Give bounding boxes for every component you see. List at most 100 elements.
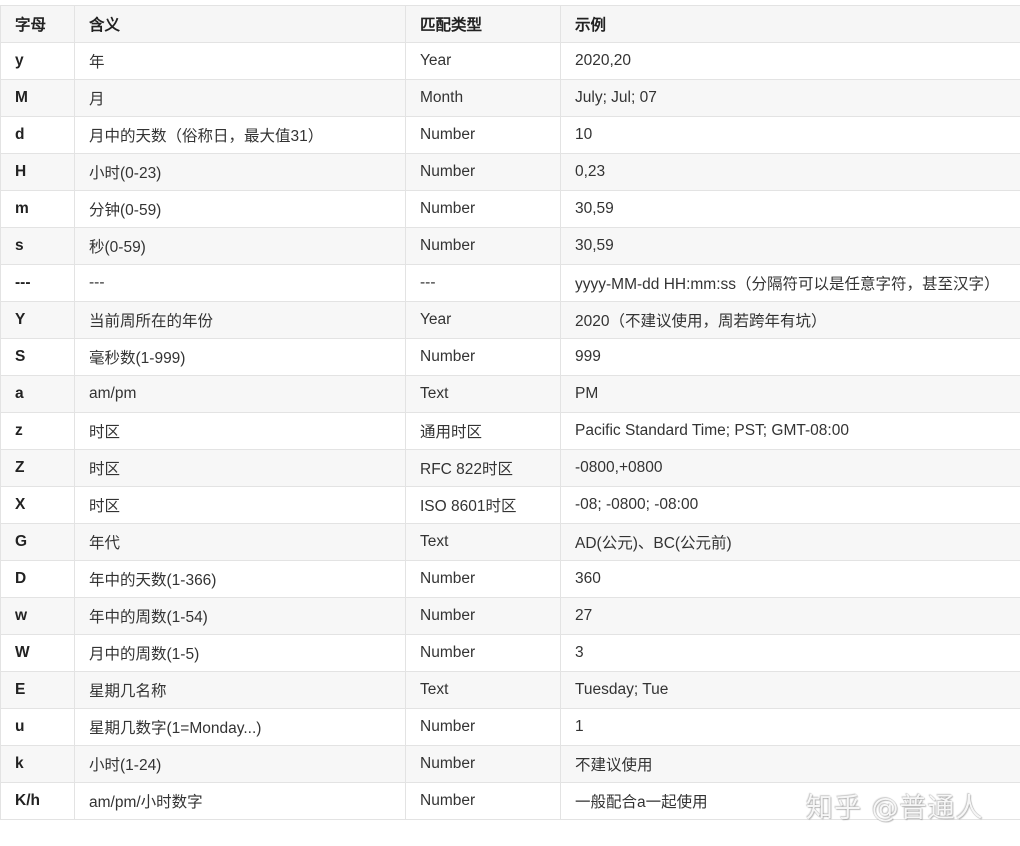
cell-type: Text: [405, 523, 561, 561]
cell-example: 10: [560, 116, 1020, 154]
table-row: G 年代 Text AD(公元)、BC(公元前): [0, 523, 1020, 561]
cell-type: 通用时区: [405, 412, 561, 450]
cell-letter: E: [0, 671, 75, 709]
table-row: w 年中的周数(1-54) Number 27: [0, 597, 1020, 635]
table-row: Y 当前周所在的年份 Year 2020（不建议使用，周若跨年有坑）: [0, 301, 1020, 339]
cell-type: Month: [405, 79, 561, 117]
cell-example: 3: [560, 634, 1020, 672]
cell-type: Year: [405, 42, 561, 80]
cell-letter: H: [0, 153, 75, 191]
cell-type: Number: [405, 597, 561, 635]
date-format-table: 字母 含义 匹配类型 示例 y 年 Year 2020,20 M 月 Month July; …: [0, 5, 1020, 820]
cell-example: 30,59: [560, 227, 1020, 265]
cell-letter: Y: [0, 301, 75, 339]
table-row: m 分钟(0-59) Number 30,59: [0, 190, 1020, 228]
cell-letter: z: [0, 412, 75, 450]
header-example: 示例: [560, 5, 1020, 43]
table-row: W 月中的周数(1-5) Number 3: [0, 634, 1020, 672]
table-row: D 年中的天数(1-366) Number 360: [0, 560, 1020, 598]
table-row: z 时区 通用时区 Pacific Standard Time; PST; GMT-0…: [0, 412, 1020, 450]
cell-type: Number: [405, 745, 561, 783]
cell-type: Number: [405, 338, 561, 376]
cell-letter: w: [0, 597, 75, 635]
header-type: 匹配类型: [405, 5, 561, 43]
table-row: y 年 Year 2020,20: [0, 42, 1020, 80]
cell-letter: ---: [0, 264, 75, 302]
cell-example: -08; -0800; -08:00: [560, 486, 1020, 524]
table-row: S 毫秒数(1-999) Number 999: [0, 338, 1020, 376]
table-row: M 月 Month July; Jul; 07: [0, 79, 1020, 117]
cell-type: Number: [405, 634, 561, 672]
cell-letter: y: [0, 42, 75, 80]
table-row: u 星期几数字(1=Monday...) Number 1: [0, 708, 1020, 746]
cell-meaning: 当前周所在的年份: [74, 301, 406, 339]
cell-letter: k: [0, 745, 75, 783]
cell-type: Number: [405, 708, 561, 746]
cell-example: yyyy-MM-dd HH:mm:ss（分隔符可以是任意字符，甚至汉字）: [560, 264, 1020, 302]
cell-letter: d: [0, 116, 75, 154]
cell-meaning: am/pm: [74, 375, 406, 413]
cell-meaning: 时区: [74, 486, 406, 524]
table-row: a am/pm Text PM: [0, 375, 1020, 413]
cell-example: 27: [560, 597, 1020, 635]
cell-type: Number: [405, 153, 561, 191]
cell-type: RFC 822时区: [405, 449, 561, 487]
cell-example: July; Jul; 07: [560, 79, 1020, 117]
cell-example: 30,59: [560, 190, 1020, 228]
cell-meaning: 年中的天数(1-366): [74, 560, 406, 598]
cell-meaning: 分钟(0-59): [74, 190, 406, 228]
cell-meaning: 月: [74, 79, 406, 117]
table-header-row: 字母 含义 匹配类型 示例: [0, 5, 1020, 43]
cell-type: Number: [405, 782, 561, 820]
cell-meaning: 小时(0-23): [74, 153, 406, 191]
header-meaning: 含义: [74, 5, 406, 43]
cell-meaning: 星期几数字(1=Monday...): [74, 708, 406, 746]
cell-type: ISO 8601时区: [405, 486, 561, 524]
cell-meaning: 年: [74, 42, 406, 80]
cell-meaning: 星期几名称: [74, 671, 406, 709]
cell-example: 1: [560, 708, 1020, 746]
cell-letter: G: [0, 523, 75, 561]
cell-example: Pacific Standard Time; PST; GMT-08:00: [560, 412, 1020, 450]
table-row: H 小时(0-23) Number 0,23: [0, 153, 1020, 191]
cell-meaning: 月中的周数(1-5): [74, 634, 406, 672]
cell-meaning: 秒(0-59): [74, 227, 406, 265]
cell-example: PM: [560, 375, 1020, 413]
cell-meaning: 月中的天数（俗称日，最大值31）: [74, 116, 406, 154]
cell-type: ---: [405, 264, 561, 302]
cell-meaning: 时区: [74, 412, 406, 450]
cell-letter: s: [0, 227, 75, 265]
cell-letter: M: [0, 79, 75, 117]
cell-meaning: am/pm/小时数字: [74, 782, 406, 820]
table-row: X 时区 ISO 8601时区 -08; -0800; -08:00: [0, 486, 1020, 524]
cell-example: 0,23: [560, 153, 1020, 191]
table-row: s 秒(0-59) Number 30,59: [0, 227, 1020, 265]
cell-type: Number: [405, 190, 561, 228]
table-body: y 年 Year 2020,20 M 月 Month July; Jul; 07 d 月中的天数（…: [0, 42, 1020, 820]
cell-example: 2020（不建议使用，周若跨年有坑）: [560, 301, 1020, 339]
cell-type: Year: [405, 301, 561, 339]
cell-example: AD(公元)、BC(公元前): [560, 523, 1020, 561]
cell-letter: Z: [0, 449, 75, 487]
table-row: d 月中的天数（俗称日，最大值31） Number 10: [0, 116, 1020, 154]
cell-meaning: 时区: [74, 449, 406, 487]
header-letter: 字母: [0, 5, 75, 43]
cell-type: Text: [405, 375, 561, 413]
cell-meaning: 年中的周数(1-54): [74, 597, 406, 635]
cell-meaning: 小时(1-24): [74, 745, 406, 783]
cell-example: 999: [560, 338, 1020, 376]
cell-letter: W: [0, 634, 75, 672]
cell-letter: S: [0, 338, 75, 376]
cell-example: 不建议使用: [560, 745, 1020, 783]
cell-letter: X: [0, 486, 75, 524]
cell-letter: K/h: [0, 782, 75, 820]
cell-meaning: 年代: [74, 523, 406, 561]
cell-type: Number: [405, 116, 561, 154]
cell-meaning: 毫秒数(1-999): [74, 338, 406, 376]
cell-example: 360: [560, 560, 1020, 598]
cell-example: 2020,20: [560, 42, 1020, 80]
cell-type: Text: [405, 671, 561, 709]
cell-letter: D: [0, 560, 75, 598]
page: 字母 含义 匹配类型 示例 y 年 Year 2020,20 M 月 Month July; …: [0, 0, 1020, 846]
cell-meaning: ---: [74, 264, 406, 302]
